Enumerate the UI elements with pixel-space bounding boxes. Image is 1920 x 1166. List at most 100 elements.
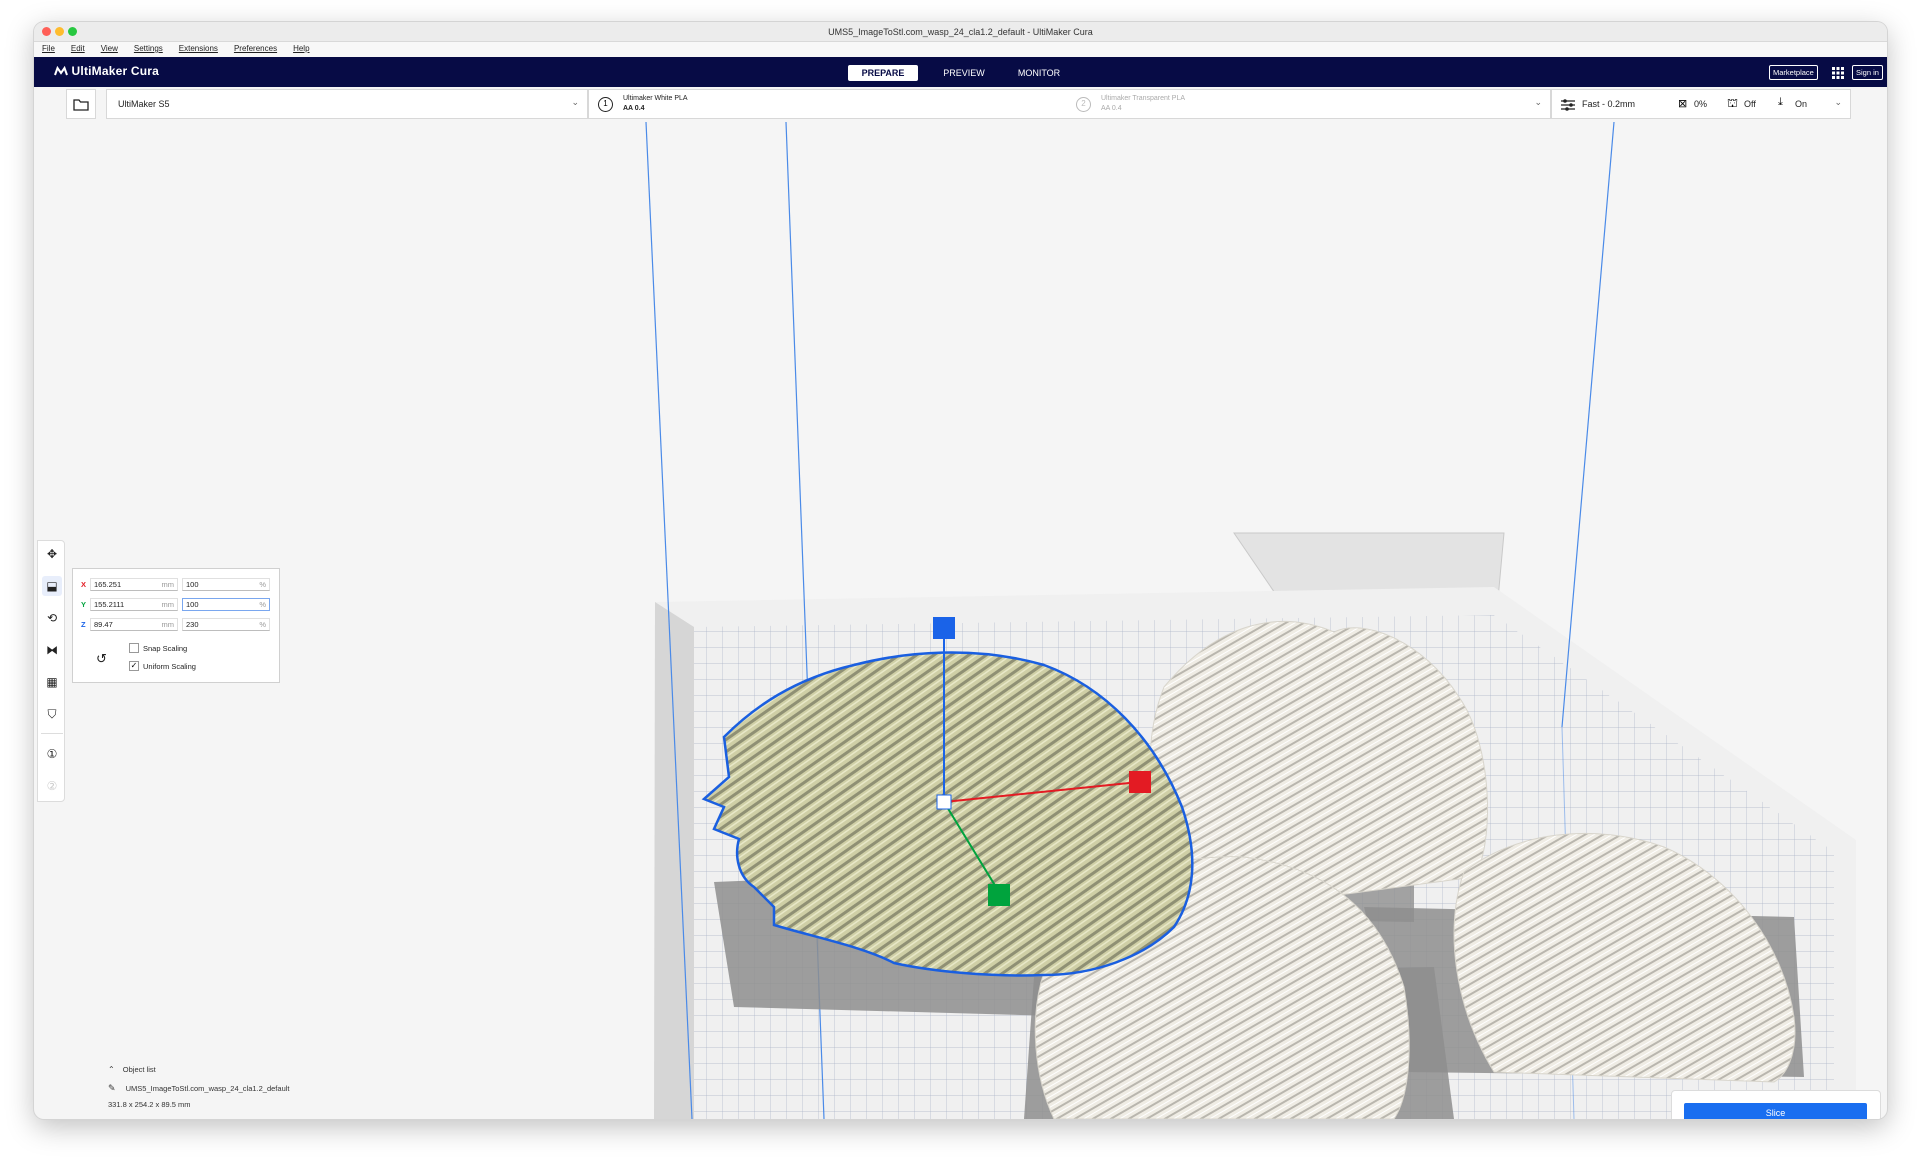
rotate-tool-icon[interactable]: ⟲	[42, 608, 62, 628]
marketplace-button[interactable]: Marketplace	[1769, 65, 1818, 80]
printer-selector[interactable]: UltiMaker S5 ⌄	[106, 89, 588, 119]
chevron-down-icon: ⌄	[1834, 97, 1842, 107]
zoom-window-button[interactable]	[68, 27, 77, 36]
menu-edit[interactable]: Edit	[71, 42, 85, 53]
menu-extensions[interactable]: Extensions	[179, 42, 218, 53]
extruder-2-icon[interactable]: ②	[42, 776, 62, 796]
tab-preview[interactable]: PREVIEW	[934, 65, 994, 81]
close-window-button[interactable]	[42, 27, 51, 36]
chevron-down-icon: ⌄	[1534, 97, 1542, 107]
z-mm-field[interactable]: 89.47 mm	[90, 618, 178, 631]
uniform-scaling-label: Uniform Scaling	[143, 662, 196, 671]
infill-icon: ⊠	[1678, 98, 1688, 110]
mm-unit: mm	[161, 620, 175, 629]
title-bar: UMS5_ImageToStl.com_wasp_24_cla1.2_defau…	[34, 22, 1887, 42]
object-name: UMS5_ImageToStl.com_wasp_24_cla1.2_defau…	[125, 1084, 290, 1093]
reset-scale-icon[interactable]: ↺	[96, 651, 107, 667]
pencil-icon: ✎	[108, 1083, 116, 1093]
object-name-row[interactable]: ✎ UMS5_ImageToStl.com_wasp_24_cla1.2_def…	[108, 1083, 290, 1094]
percent-unit: %	[259, 600, 266, 609]
mirror-tool-icon[interactable]: ⧓	[42, 640, 62, 660]
print-settings-selector[interactable]: Fast - 0.2mm ⊠ 0% ⛫ Off ⤓ On ⌄	[1551, 89, 1851, 119]
extruder-1-badge: 1	[598, 97, 613, 112]
y-percent-field[interactable]: 100%	[182, 598, 270, 611]
z-percent-value: 230	[186, 620, 199, 629]
menu-settings[interactable]: Settings	[134, 42, 163, 53]
gizmo-center[interactable]	[936, 794, 952, 810]
adhesion-value: On	[1795, 99, 1808, 109]
build-volume-edge	[1561, 121, 1615, 728]
open-file-button[interactable]	[66, 89, 96, 119]
menu-file[interactable]: File	[42, 42, 55, 53]
move-tool-icon[interactable]: ✥	[42, 544, 62, 564]
extruder-2-badge: 2	[1076, 97, 1091, 112]
cura-window: UMS5_ImageToStl.com_wasp_24_cla1.2_defau…	[34, 22, 1887, 1119]
support-icon: ⛫	[1727, 96, 1739, 110]
mm-unit: mm	[161, 580, 175, 589]
mm-unit: mm	[161, 600, 175, 609]
x-mm-value: 165.251	[94, 580, 122, 589]
percent-unit: %	[259, 620, 266, 629]
y-mm-field[interactable]: 155.2111 mm	[90, 598, 178, 611]
snap-scaling-checkbox[interactable]	[129, 643, 139, 653]
x-percent-value: 100	[186, 580, 199, 589]
z-percent-field[interactable]: 230%	[182, 618, 270, 631]
logo-text: UltiMaker Cura	[71, 64, 160, 78]
3d-viewport[interactable]: ✥ ⬓ ⟲ ⧓ ▦ ⛉ ① ② X 165.251 mm 100% Y 155.2…	[34, 87, 1887, 1119]
extruder-2-core: AA 0.4	[1101, 105, 1122, 112]
tool-bar: ✥ ⬓ ⟲ ⧓ ▦ ⛉ ① ②	[37, 540, 65, 802]
z-axis-label: Z	[81, 620, 86, 629]
object-dimensions: 331.8 x 254.2 x 89.5 mm	[108, 1100, 191, 1109]
infill-value: 0%	[1694, 99, 1708, 109]
apps-grid-icon[interactable]	[1832, 66, 1844, 79]
object-list-toggle[interactable]: ⌃ Object list	[108, 1065, 156, 1074]
y-mm-value: 155.2111	[94, 600, 125, 609]
percent-unit: %	[259, 580, 266, 589]
support-blocker-icon[interactable]: ⛉	[42, 704, 62, 724]
per-model-settings-icon[interactable]: ▦	[42, 672, 62, 692]
uniform-scaling-checkbox[interactable]: ✓	[129, 661, 139, 671]
gizmo-z-handle[interactable]	[933, 617, 955, 639]
z-mm-value: 89.47	[94, 620, 113, 629]
scale-tool-icon[interactable]: ⬓	[42, 576, 62, 596]
x-mm-field[interactable]: 165.251 mm	[90, 578, 178, 591]
ultimaker-logo: UltiMaker Cura	[54, 64, 159, 78]
menu-preferences[interactable]: Preferences	[234, 42, 277, 53]
object-list-header: Object list	[122, 1065, 156, 1074]
window-title: UMS5_ImageToStl.com_wasp_24_cla1.2_defau…	[828, 27, 1093, 37]
x-percent-field[interactable]: 100%	[182, 578, 270, 591]
build-volume-scene[interactable]	[34, 87, 1887, 1119]
profile-name: Fast - 0.2mm	[1582, 99, 1636, 109]
y-axis-label: Y	[81, 600, 87, 609]
extruder-1-icon[interactable]: ①	[42, 744, 62, 764]
tool-divider	[41, 733, 63, 734]
minimize-window-button[interactable]	[55, 27, 64, 36]
support-value: Off	[1744, 99, 1756, 109]
adhesion-icon: ⤓	[1778, 96, 1783, 108]
extruder-1-core: AA 0.4	[623, 105, 645, 112]
printer-name: UltiMaker S5	[118, 99, 170, 109]
gizmo-x-handle[interactable]	[1129, 771, 1151, 793]
app-header: UltiMaker Cura PREPARE PREVIEW MONITOR M…	[34, 57, 1887, 87]
gizmo-y-handle[interactable]	[988, 884, 1010, 906]
slice-panel: Slice	[1671, 1090, 1881, 1119]
extruder-1-material: Ultimaker White PLA	[623, 95, 688, 102]
y-percent-value: 100	[186, 600, 199, 609]
menu-view[interactable]: View	[101, 42, 118, 53]
chevron-down-icon: ⌄	[571, 97, 579, 107]
extruder-selector[interactable]: 1 Ultimaker White PLA AA 0.4 2 Ultimaker…	[588, 89, 1551, 119]
menu-help[interactable]: Help	[293, 42, 309, 53]
tab-prepare[interactable]: PREPARE	[848, 65, 918, 81]
object-list-panel: ⌃ Object list ✎ UMS5_ImageToStl.com_wasp…	[70, 1065, 370, 1119]
snap-scaling-label: Snap Scaling	[143, 644, 188, 653]
chevron-up-icon: ⌃	[108, 1065, 115, 1074]
scale-panel: X 165.251 mm 100% Y 155.2111 mm 100% Z 89.…	[72, 568, 280, 683]
tab-monitor[interactable]: MONITOR	[1009, 65, 1069, 81]
folder-icon	[73, 99, 89, 111]
ultimaker-logo-icon	[54, 65, 68, 76]
x-axis-label: X	[81, 580, 87, 589]
sliders-icon	[1561, 99, 1575, 111]
extruder-2-material: Ultimaker Transparent PLA	[1101, 95, 1186, 102]
sign-in-button[interactable]: Sign in	[1852, 65, 1883, 80]
slice-button[interactable]: Slice	[1684, 1103, 1867, 1119]
